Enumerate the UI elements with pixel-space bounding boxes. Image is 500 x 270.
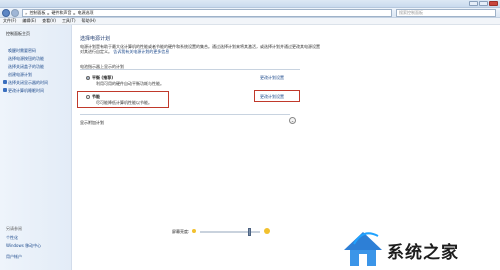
mobility-center-link[interactable]: Windows 移动中心 — [6, 243, 41, 249]
sidebar-item-require-password[interactable]: 唤醒时需要密码 — [8, 48, 36, 54]
brightness-slider[interactable] — [200, 228, 260, 236]
slider-thumb[interactable] — [248, 228, 252, 236]
left-navigation-pane: 控制面板主页 唤醒时需要密码 选择电源按钮的功能 选择关闭盖子的功能 创建电源计… — [0, 25, 72, 270]
change-plan-settings-link[interactable]: 更改计划设置 — [260, 94, 284, 100]
close-button[interactable] — [489, 1, 498, 6]
window-titlebar — [0, 0, 500, 8]
user-accounts-link[interactable]: 用户帐户 — [6, 254, 22, 260]
brightness-label: 屏幕亮度: — [172, 229, 190, 234]
personalization-link[interactable]: 个性化 — [6, 235, 18, 241]
house-logo-icon — [344, 232, 382, 266]
see-also-heading: 另请参阅 — [6, 226, 22, 231]
search-input[interactable]: 搜索控制面板 — [396, 9, 496, 17]
breadcrumb-item[interactable]: 硬件和声音 — [51, 10, 71, 16]
breadcrumb-item[interactable]: 控制面板 — [29, 10, 45, 16]
sidebar-item-lid-close[interactable]: 选择关闭盖子的功能 — [8, 64, 44, 70]
breadcrumb[interactable]: » 控制面板 ▸ 硬件和声音 ▸ 电源选项 — [22, 9, 392, 17]
watermark-text: 系统之家 — [387, 243, 459, 263]
menu-edit[interactable]: 编辑(E) — [22, 18, 36, 24]
watermark-logo: 系统之家 — [340, 226, 498, 270]
back-button[interactable] — [2, 9, 10, 17]
minimize-button[interactable] — [469, 1, 478, 6]
plan-name: 平衡 (推荐) — [92, 75, 114, 80]
section-divider — [80, 69, 300, 70]
shield-icon — [3, 88, 7, 92]
menu-file[interactable]: 文件(F) — [3, 18, 16, 24]
menu-bar: 文件(F) 编辑(E) 查看(V) 工具(T) 帮助(H) — [0, 18, 500, 25]
sun-large-icon — [264, 228, 270, 234]
address-bar: » 控制面板 ▸ 硬件和声音 ▸ 电源选项 搜索控制面板 — [0, 8, 500, 18]
radio-balanced[interactable] — [86, 76, 90, 80]
menu-help[interactable]: 帮助(H) — [82, 18, 96, 24]
breadcrumb-item[interactable]: 电源选项 — [77, 10, 93, 16]
sun-small-icon — [192, 229, 196, 233]
radio-power-saver[interactable] — [86, 95, 90, 99]
plan-name: 节能 — [92, 94, 100, 99]
learn-more-link[interactable]: 告诉我有关电源计划的更多信息 — [113, 49, 169, 54]
change-plan-settings-link[interactable]: 更改计划设置 — [260, 75, 284, 81]
chevron-right-icon: ▸ — [47, 10, 50, 16]
show-additional-plans[interactable]: 显示附加计划 — [80, 120, 104, 126]
sidebar-item-power-buttons[interactable]: 选择电源按钮的功能 — [8, 56, 44, 62]
page-description: 电源计划是有助于最大化计算机的性能或者节能的硬件和系统设置的集合。通过选择计划来… — [80, 44, 320, 54]
section-divider — [80, 114, 290, 115]
sidebar-item-create-plan[interactable]: 创建电源计划 — [8, 72, 32, 78]
chevron-right-icon: » — [25, 10, 28, 16]
menu-view[interactable]: 查看(V) — [42, 18, 56, 24]
page-title: 选择电源计划 — [80, 36, 111, 42]
shield-icon — [3, 80, 7, 84]
sidebar-item-sleep-time[interactable]: 更改计算机睡眠时间 — [8, 88, 44, 94]
menu-tools[interactable]: 工具(T) — [62, 18, 76, 24]
maximize-button[interactable] — [479, 1, 488, 6]
window-controls — [469, 1, 498, 6]
forward-button[interactable] — [11, 9, 19, 17]
plan-description: 利用可用的硬件自动平衡功耗与性能。 — [96, 81, 164, 86]
plan-description: 尽可能降低计算机性能以节能。 — [96, 100, 152, 105]
sidebar-item-display-off[interactable]: 选择关闭显示器的时间 — [8, 80, 48, 86]
chevron-down-icon[interactable]: ⌄ — [289, 117, 296, 124]
chevron-right-icon: ▸ — [73, 10, 76, 16]
